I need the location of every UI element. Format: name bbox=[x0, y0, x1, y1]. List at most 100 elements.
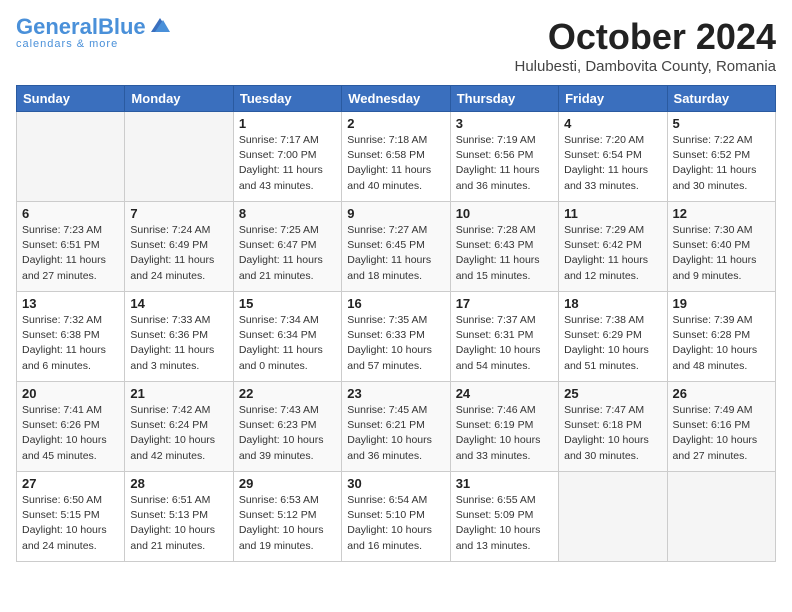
day-info: Sunrise: 7:32 AMSunset: 6:38 PMDaylight:… bbox=[22, 313, 119, 374]
day-cell: 24 Sunrise: 7:46 AMSunset: 6:19 PMDayligh… bbox=[450, 382, 558, 472]
day-info: Sunrise: 7:37 AMSunset: 6:31 PMDaylight:… bbox=[456, 313, 553, 374]
day-cell: 3 Sunrise: 7:19 AMSunset: 6:56 PMDaylight… bbox=[450, 112, 558, 202]
week-row-1: 1 Sunrise: 7:17 AMSunset: 7:00 PMDaylight… bbox=[17, 112, 776, 202]
day-info: Sunrise: 7:27 AMSunset: 6:45 PMDaylight:… bbox=[347, 223, 444, 284]
day-cell bbox=[125, 112, 233, 202]
day-number: 28 bbox=[130, 476, 227, 491]
day-number: 31 bbox=[456, 476, 553, 491]
day-cell: 31 Sunrise: 6:55 AMSunset: 5:09 PMDayligh… bbox=[450, 472, 558, 562]
day-number: 1 bbox=[239, 116, 336, 131]
day-number: 14 bbox=[130, 296, 227, 311]
day-number: 11 bbox=[564, 206, 661, 221]
weekday-header-saturday: Saturday bbox=[667, 86, 775, 112]
day-cell: 5Sunrise: 7:22 AMSunset: 6:52 PMDaylight… bbox=[667, 112, 775, 202]
title-section: October 2024 Hulubesti, Dambovita County… bbox=[514, 16, 776, 75]
month-title: October 2024 bbox=[514, 16, 776, 58]
day-number: 24 bbox=[456, 386, 553, 401]
day-info: Sunrise: 6:50 AMSunset: 5:15 PMDaylight:… bbox=[22, 493, 119, 554]
weekday-header-sunday: Sunday bbox=[17, 86, 125, 112]
day-info: Sunrise: 7:42 AMSunset: 6:24 PMDaylight:… bbox=[130, 403, 227, 464]
day-info: Sunrise: 7:46 AMSunset: 6:19 PMDaylight:… bbox=[456, 403, 553, 464]
day-cell: 23 Sunrise: 7:45 AMSunset: 6:21 PMDayligh… bbox=[342, 382, 450, 472]
day-number: 26 bbox=[673, 386, 770, 401]
day-info: Sunrise: 6:53 AMSunset: 5:12 PMDaylight:… bbox=[239, 493, 336, 554]
day-number: 18 bbox=[564, 296, 661, 311]
day-number: 29 bbox=[239, 476, 336, 491]
day-info: Sunrise: 7:33 AMSunset: 6:36 PMDaylight:… bbox=[130, 313, 227, 374]
day-number: 2 bbox=[347, 116, 444, 131]
weekday-header-friday: Friday bbox=[559, 86, 667, 112]
weekday-header-tuesday: Tuesday bbox=[233, 86, 341, 112]
week-row-4: 20Sunrise: 7:41 AMSunset: 6:26 PMDayligh… bbox=[17, 382, 776, 472]
logo-tagline: calendars & more bbox=[16, 38, 118, 50]
day-info: Sunrise: 6:54 AMSunset: 5:10 PMDaylight:… bbox=[347, 493, 444, 554]
day-number: 3 bbox=[456, 116, 553, 131]
day-cell: 29 Sunrise: 6:53 AMSunset: 5:12 PMDayligh… bbox=[233, 472, 341, 562]
day-number: 12 bbox=[673, 206, 770, 221]
day-number: 17 bbox=[456, 296, 553, 311]
day-info: Sunrise: 7:30 AMSunset: 6:40 PMDaylight:… bbox=[673, 223, 770, 284]
day-cell: 7Sunrise: 7:24 AMSunset: 6:49 PMDaylight… bbox=[125, 202, 233, 292]
day-cell bbox=[559, 472, 667, 562]
day-cell: 22 Sunrise: 7:43 AMSunset: 6:23 PMDayligh… bbox=[233, 382, 341, 472]
day-cell: 1 Sunrise: 7:17 AMSunset: 7:00 PMDaylight… bbox=[233, 112, 341, 202]
day-cell: 27Sunrise: 6:50 AMSunset: 5:15 PMDayligh… bbox=[17, 472, 125, 562]
weekday-header-row: SundayMondayTuesdayWednesdayThursdayFrid… bbox=[17, 86, 776, 112]
day-number: 22 bbox=[239, 386, 336, 401]
day-info: Sunrise: 6:55 AMSunset: 5:09 PMDaylight:… bbox=[456, 493, 553, 554]
day-number: 8 bbox=[239, 206, 336, 221]
day-info: Sunrise: 7:47 AMSunset: 6:18 PMDaylight:… bbox=[564, 403, 661, 464]
day-cell: 15 Sunrise: 7:34 AMSunset: 6:34 PMDayligh… bbox=[233, 292, 341, 382]
day-info: Sunrise: 7:24 AMSunset: 6:49 PMDaylight:… bbox=[130, 223, 227, 284]
logo-text: GeneralBlue bbox=[16, 16, 146, 38]
day-cell: 19 Sunrise: 7:39 AMSunset: 6:28 PMDayligh… bbox=[667, 292, 775, 382]
day-info: Sunrise: 7:45 AMSunset: 6:21 PMDaylight:… bbox=[347, 403, 444, 464]
day-cell: 18Sunrise: 7:38 AMSunset: 6:29 PMDayligh… bbox=[559, 292, 667, 382]
day-number: 15 bbox=[239, 296, 336, 311]
day-cell bbox=[17, 112, 125, 202]
day-info: Sunrise: 7:22 AMSunset: 6:52 PMDaylight:… bbox=[673, 133, 770, 194]
day-info: Sunrise: 7:28 AMSunset: 6:43 PMDaylight:… bbox=[456, 223, 553, 284]
day-cell: 14 Sunrise: 7:33 AMSunset: 6:36 PMDayligh… bbox=[125, 292, 233, 382]
logo-icon bbox=[149, 16, 171, 34]
location-title: Hulubesti, Dambovita County, Romania bbox=[514, 58, 776, 75]
day-number: 30 bbox=[347, 476, 444, 491]
day-cell: 12 Sunrise: 7:30 AMSunset: 6:40 PMDayligh… bbox=[667, 202, 775, 292]
day-number: 16 bbox=[347, 296, 444, 311]
day-info: Sunrise: 7:25 AMSunset: 6:47 PMDaylight:… bbox=[239, 223, 336, 284]
day-cell: 21 Sunrise: 7:42 AMSunset: 6:24 PMDayligh… bbox=[125, 382, 233, 472]
day-info: Sunrise: 7:18 AMSunset: 6:58 PMDaylight:… bbox=[347, 133, 444, 194]
day-info: Sunrise: 7:34 AMSunset: 6:34 PMDaylight:… bbox=[239, 313, 336, 374]
day-number: 21 bbox=[130, 386, 227, 401]
day-info: Sunrise: 7:17 AMSunset: 7:00 PMDaylight:… bbox=[239, 133, 336, 194]
day-number: 20 bbox=[22, 386, 119, 401]
week-row-2: 6Sunrise: 7:23 AMSunset: 6:51 PMDaylight… bbox=[17, 202, 776, 292]
day-info: Sunrise: 7:43 AMSunset: 6:23 PMDaylight:… bbox=[239, 403, 336, 464]
day-cell: 8 Sunrise: 7:25 AMSunset: 6:47 PMDaylight… bbox=[233, 202, 341, 292]
day-cell: 9 Sunrise: 7:27 AMSunset: 6:45 PMDaylight… bbox=[342, 202, 450, 292]
calendar-table: SundayMondayTuesdayWednesdayThursdayFrid… bbox=[16, 85, 776, 562]
day-cell: 26 Sunrise: 7:49 AMSunset: 6:16 PMDayligh… bbox=[667, 382, 775, 472]
day-info: Sunrise: 7:49 AMSunset: 6:16 PMDaylight:… bbox=[673, 403, 770, 464]
day-number: 19 bbox=[673, 296, 770, 311]
day-cell: 6Sunrise: 7:23 AMSunset: 6:51 PMDaylight… bbox=[17, 202, 125, 292]
day-cell: 30 Sunrise: 6:54 AMSunset: 5:10 PMDayligh… bbox=[342, 472, 450, 562]
day-number: 9 bbox=[347, 206, 444, 221]
week-row-5: 27Sunrise: 6:50 AMSunset: 5:15 PMDayligh… bbox=[17, 472, 776, 562]
day-cell: 16Sunrise: 7:35 AMSunset: 6:33 PMDayligh… bbox=[342, 292, 450, 382]
day-info: Sunrise: 7:20 AMSunset: 6:54 PMDaylight:… bbox=[564, 133, 661, 194]
day-cell: 17 Sunrise: 7:37 AMSunset: 6:31 PMDayligh… bbox=[450, 292, 558, 382]
day-number: 10 bbox=[456, 206, 553, 221]
day-cell: 25Sunrise: 7:47 AMSunset: 6:18 PMDayligh… bbox=[559, 382, 667, 472]
day-cell bbox=[667, 472, 775, 562]
logo: GeneralBlue calendars & more bbox=[16, 16, 171, 50]
day-cell: 28 Sunrise: 6:51 AMSunset: 5:13 PMDayligh… bbox=[125, 472, 233, 562]
page-header: GeneralBlue calendars & more October 202… bbox=[16, 16, 776, 75]
day-cell: 2 Sunrise: 7:18 AMSunset: 6:58 PMDaylight… bbox=[342, 112, 450, 202]
day-info: Sunrise: 6:51 AMSunset: 5:13 PMDaylight:… bbox=[130, 493, 227, 554]
day-cell: 10 Sunrise: 7:28 AMSunset: 6:43 PMDayligh… bbox=[450, 202, 558, 292]
day-cell: 20Sunrise: 7:41 AMSunset: 6:26 PMDayligh… bbox=[17, 382, 125, 472]
day-info: Sunrise: 7:19 AMSunset: 6:56 PMDaylight:… bbox=[456, 133, 553, 194]
day-number: 23 bbox=[347, 386, 444, 401]
day-info: Sunrise: 7:39 AMSunset: 6:28 PMDaylight:… bbox=[673, 313, 770, 374]
